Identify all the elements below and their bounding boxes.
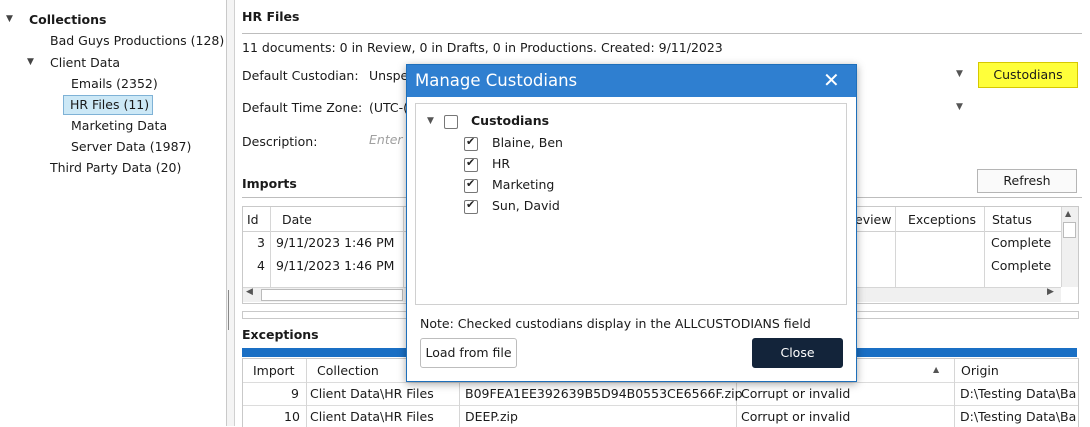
column-header-import[interactable]: Import: [253, 363, 295, 378]
tree-root-collections[interactable]: Collections: [29, 11, 106, 29]
exception-origin: D:\Testing Data\Ba: [960, 386, 1077, 401]
scroll-up-icon[interactable]: ▲: [1065, 209, 1071, 218]
refresh-button[interactable]: Refresh: [977, 169, 1077, 193]
description-input[interactable]: Enter: [369, 132, 403, 147]
tree-item-bad-guys[interactable]: Bad Guys Productions (128): [50, 32, 224, 50]
custodian-item[interactable]: Blaine, Ben: [492, 135, 563, 150]
exception-import: 9: [291, 386, 299, 401]
exception-import: 10: [284, 409, 300, 424]
column-header-collection[interactable]: Collection: [317, 363, 379, 378]
expand-triangle-icon[interactable]: ▼: [6, 14, 13, 24]
custodian-item[interactable]: HR: [492, 156, 510, 171]
manage-custodians-dialog: Manage Custodians ✕ ▼ Custodians Blaine,…: [406, 64, 857, 382]
imports-heading: Imports: [242, 176, 297, 191]
close-icon[interactable]: ✕: [823, 68, 840, 92]
tree-item-server-data[interactable]: Server Data (1987): [71, 138, 191, 156]
dialog-titlebar[interactable]: Manage Custodians ✕: [407, 65, 856, 97]
tree-item-third-party[interactable]: Third Party Data (20): [50, 159, 181, 177]
import-date: 9/11/2023 1:46 PM: [276, 258, 395, 273]
tree-item-emails[interactable]: Emails (2352): [71, 75, 158, 93]
exception-reason: Corrupt or invalid: [741, 409, 851, 424]
default-timezone-label: Default Time Zone:: [242, 100, 363, 115]
load-from-file-button[interactable]: Load from file: [420, 338, 517, 368]
custodian-item[interactable]: Marketing: [492, 177, 554, 192]
tree-item-hr-files[interactable]: HR Files (11): [63, 95, 154, 115]
import-date: 9/11/2023 1:46 PM: [276, 235, 395, 250]
scrollbar-thumb[interactable]: [1063, 222, 1076, 238]
column-header-date[interactable]: Date: [282, 212, 312, 227]
column-header-review[interactable]: eview: [855, 212, 891, 227]
import-status: Complete: [991, 258, 1052, 273]
checkbox-icon[interactable]: [444, 115, 458, 129]
scrollbar-thumb[interactable]: [261, 289, 403, 301]
default-custodian-label: Default Custodian:: [242, 68, 359, 83]
expand-triangle-icon[interactable]: ▼: [27, 57, 34, 67]
page-title: HR Files: [242, 9, 300, 24]
scroll-left-icon[interactable]: ◀: [246, 287, 253, 297]
dropdown-arrow-icon[interactable]: ▼: [956, 102, 963, 112]
sort-up-icon[interactable]: ▲: [933, 365, 939, 374]
dropdown-arrow-icon[interactable]: ▼: [956, 69, 963, 79]
exceptions-heading: Exceptions: [242, 327, 319, 342]
custodian-item[interactable]: Sun, David: [492, 198, 560, 213]
close-button[interactable]: Close: [752, 338, 843, 368]
column-header-id[interactable]: Id: [247, 212, 259, 227]
exception-origin: D:\Testing Data\Ba: [960, 409, 1077, 424]
dialog-title: Manage Custodians: [415, 71, 578, 90]
checkbox-icon[interactable]: [464, 156, 478, 172]
default-custodian-select[interactable]: Unspe: [369, 68, 408, 83]
exception-file: B09FEA1EE392639B5D94B0553CE6566F.zip: [465, 386, 743, 401]
custodians-root-label: Custodians: [471, 113, 550, 128]
exception-collection: Client Data\HR Files: [310, 409, 434, 424]
column-header-origin[interactable]: Origin: [961, 363, 999, 378]
imports-vscrollbar[interactable]: [1061, 207, 1078, 287]
collection-summary: 11 documents: 0 in Review, 0 in Drafts, …: [242, 40, 723, 55]
checkbox-icon[interactable]: [464, 198, 478, 214]
exception-file: DEEP.zip: [465, 409, 518, 424]
tree-item-marketing-data[interactable]: Marketing Data: [71, 117, 167, 135]
exception-reason: Corrupt or invalid: [741, 386, 851, 401]
title-divider: [242, 33, 1082, 34]
column-header-status[interactable]: Status: [992, 212, 1032, 227]
custodians-tree: ▼ Custodians Blaine, Ben HR Marketing Su…: [415, 103, 847, 305]
splitter-grip-icon[interactable]: [228, 290, 233, 330]
exception-collection: Client Data\HR Files: [310, 386, 434, 401]
default-timezone-select[interactable]: (UTC-(: [369, 100, 408, 115]
import-id: 3: [257, 235, 265, 250]
expand-triangle-icon[interactable]: ▼: [427, 116, 434, 126]
checkbox-icon[interactable]: [464, 135, 478, 151]
dialog-note: Note: Checked custodians display in the …: [420, 316, 811, 331]
tree-item-client-data[interactable]: Client Data: [50, 54, 120, 72]
collections-tree: ▼ Collections Bad Guys Productions (128)…: [0, 0, 227, 426]
column-header-exceptions[interactable]: Exceptions: [908, 212, 976, 227]
checkbox-icon[interactable]: [464, 177, 478, 193]
import-id: 4: [257, 258, 265, 273]
custodians-button[interactable]: Custodians: [978, 62, 1078, 88]
import-status: Complete: [991, 235, 1052, 250]
description-label: Description:: [242, 134, 318, 149]
scroll-right-icon[interactable]: ▶: [1047, 287, 1054, 297]
